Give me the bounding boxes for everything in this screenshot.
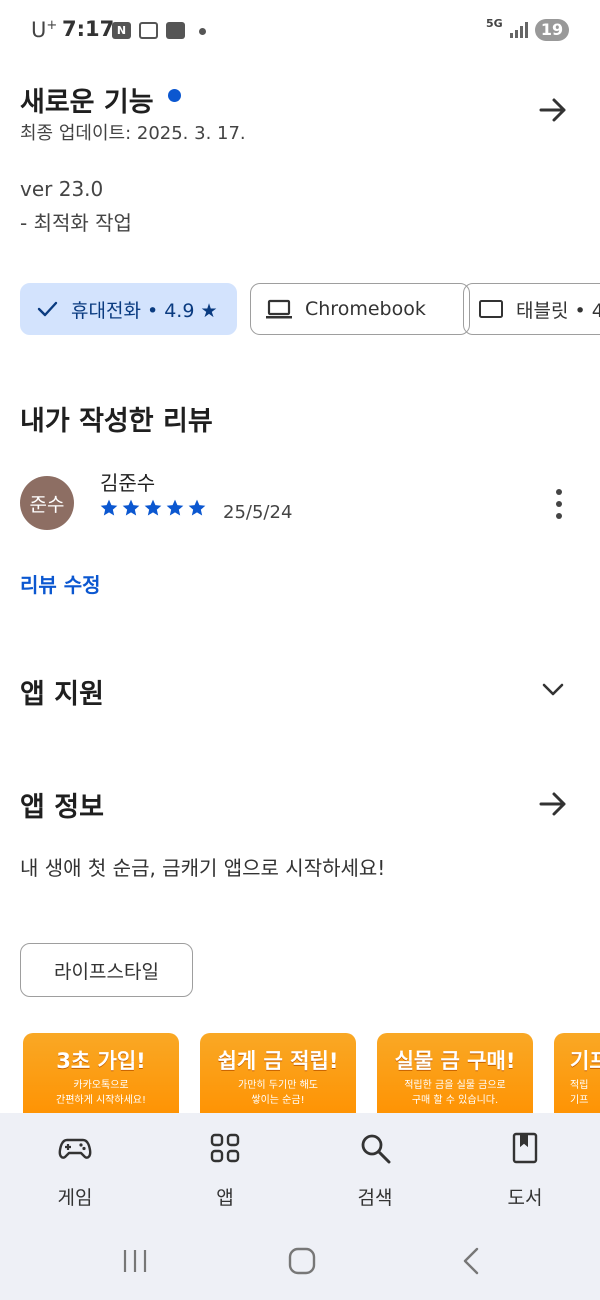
laptop-icon bbox=[266, 299, 292, 319]
screenshot-caption: 적립한 금을 실물 금으로 구매 할 수 있습니다. bbox=[404, 1080, 506, 1106]
signal-icon bbox=[510, 22, 528, 38]
carrier-label: U+ bbox=[31, 18, 58, 42]
home-icon[interactable] bbox=[287, 1246, 317, 1276]
nav-apps-label: 앱 bbox=[216, 1187, 234, 1209]
recent-apps-icon[interactable] bbox=[120, 1247, 150, 1275]
screenshot-caption: 가만히 두기만 해도 쌓이는 순금! bbox=[238, 1080, 318, 1106]
apps-grid-icon bbox=[210, 1133, 240, 1163]
screenshot-card[interactable]: 기프 적립 기프 bbox=[554, 1033, 600, 1113]
app-description: 내 생애 첫 순금, 금캐기 앱으로 시작하세요! bbox=[20, 856, 386, 880]
review-star-rating bbox=[99, 498, 209, 522]
screenshot-caption: 카카오톡으로 간편하게 시작하세요! bbox=[56, 1080, 146, 1106]
back-icon[interactable] bbox=[458, 1246, 484, 1276]
search-icon bbox=[361, 1134, 391, 1164]
bottom-navigation: 게임 앱 검색 도서 bbox=[0, 1113, 600, 1220]
version-text: ver 23.0 bbox=[20, 177, 104, 201]
screenshot-heading: 쉽게 금 적립! bbox=[217, 1049, 339, 1073]
n-notification-icon: N bbox=[112, 22, 131, 39]
category-chip[interactable]: 라이프스타일 bbox=[20, 943, 193, 997]
whats-new-title: 새로운 기능 bbox=[20, 87, 154, 118]
reviewer-name: 김준수 bbox=[100, 471, 156, 495]
tablet-icon bbox=[479, 300, 503, 318]
system-navigation-bar bbox=[0, 1220, 600, 1300]
chevron-down-icon[interactable] bbox=[540, 676, 566, 702]
star-icon bbox=[122, 499, 140, 516]
release-notes: ver 23.0 - 최적화 작업 bbox=[20, 172, 132, 240]
more-options-icon[interactable] bbox=[549, 488, 569, 520]
star-icon bbox=[144, 499, 162, 516]
screenshot-caption: 적립 기프 bbox=[570, 1080, 589, 1106]
book-icon bbox=[512, 1132, 538, 1164]
screenshot-card[interactable]: 실물 금 구매! 적립한 금을 실물 금으로 구매 할 수 있습니다. bbox=[377, 1033, 533, 1113]
star-icon bbox=[188, 499, 206, 516]
review-date: 25/5/24 bbox=[223, 502, 293, 523]
my-review-title: 내가 작성한 리뷰 bbox=[20, 406, 213, 437]
last-updated-date: 최종 업데이트: 2025. 3. 17. bbox=[20, 123, 246, 144]
device-filter-chips: 휴대전화 • 4.9 ★ Chromebook 태블릿 • 4 bbox=[20, 283, 600, 337]
nav-search-label: 검색 bbox=[357, 1187, 393, 1209]
screenshot-card[interactable]: 3초 가입! 카카오톡으로 간편하게 시작하세요! bbox=[23, 1033, 179, 1113]
clock: 7:17 bbox=[62, 17, 115, 41]
chip-chromebook[interactable]: Chromebook bbox=[250, 283, 470, 335]
chip-tablet[interactable]: 태블릿 • 4 bbox=[463, 283, 600, 335]
star-icon bbox=[166, 499, 184, 516]
chip-phone-label: 휴대전화 • 4.9 ★ bbox=[71, 299, 218, 322]
screenshot-carousel[interactable]: 3초 가입! 카카오톡으로 간편하게 시작하세요! 쉽게 금 적립! 가만히 두기… bbox=[23, 1033, 600, 1113]
check-icon bbox=[37, 301, 58, 317]
screenshot-heading: 실물 금 구매! bbox=[394, 1049, 516, 1073]
app-info-title[interactable]: 앱 정보 bbox=[20, 785, 104, 824]
screenshot-heading: 기프 bbox=[570, 1049, 600, 1073]
nav-books-label: 도서 bbox=[507, 1187, 543, 1209]
battery-indicator: 19 bbox=[535, 19, 569, 41]
edit-review-link[interactable]: 리뷰 수정 bbox=[20, 569, 101, 598]
app-support-title[interactable]: 앱 지원 bbox=[20, 672, 104, 711]
screenshot-card[interactable]: 쉽게 금 적립! 가만히 두기만 해도 쌓이는 순금! bbox=[200, 1033, 356, 1113]
star-icon bbox=[100, 499, 118, 516]
chip-tablet-label: 태블릿 • 4 bbox=[516, 299, 600, 322]
chip-phone[interactable]: 휴대전화 • 4.9 ★ bbox=[20, 283, 237, 335]
screenshot-heading: 3초 가입! bbox=[56, 1049, 146, 1073]
nav-games[interactable]: 게임 bbox=[0, 1113, 150, 1220]
nav-books[interactable]: 도서 bbox=[450, 1113, 600, 1220]
gamepad-icon bbox=[58, 1138, 92, 1159]
nav-apps[interactable]: 앱 bbox=[150, 1113, 300, 1220]
avatar: 준수 bbox=[20, 476, 74, 530]
calendar-notification-icon bbox=[139, 22, 158, 39]
whats-new-arrow-icon[interactable] bbox=[537, 94, 569, 126]
chip-chromebook-label: Chromebook bbox=[305, 298, 426, 320]
new-indicator-dot bbox=[168, 89, 181, 102]
app-info-arrow-icon[interactable] bbox=[537, 788, 569, 820]
release-note-item: - 최적화 작업 bbox=[20, 211, 132, 235]
app-notification-icon bbox=[166, 22, 185, 39]
nav-search[interactable]: 검색 bbox=[300, 1113, 450, 1220]
network-type: 5G bbox=[486, 17, 503, 30]
nav-games-label: 게임 bbox=[57, 1187, 93, 1209]
more-notifications-icon bbox=[199, 28, 206, 35]
status-bar: U+ 7:17 N 5G 19 bbox=[0, 0, 600, 62]
